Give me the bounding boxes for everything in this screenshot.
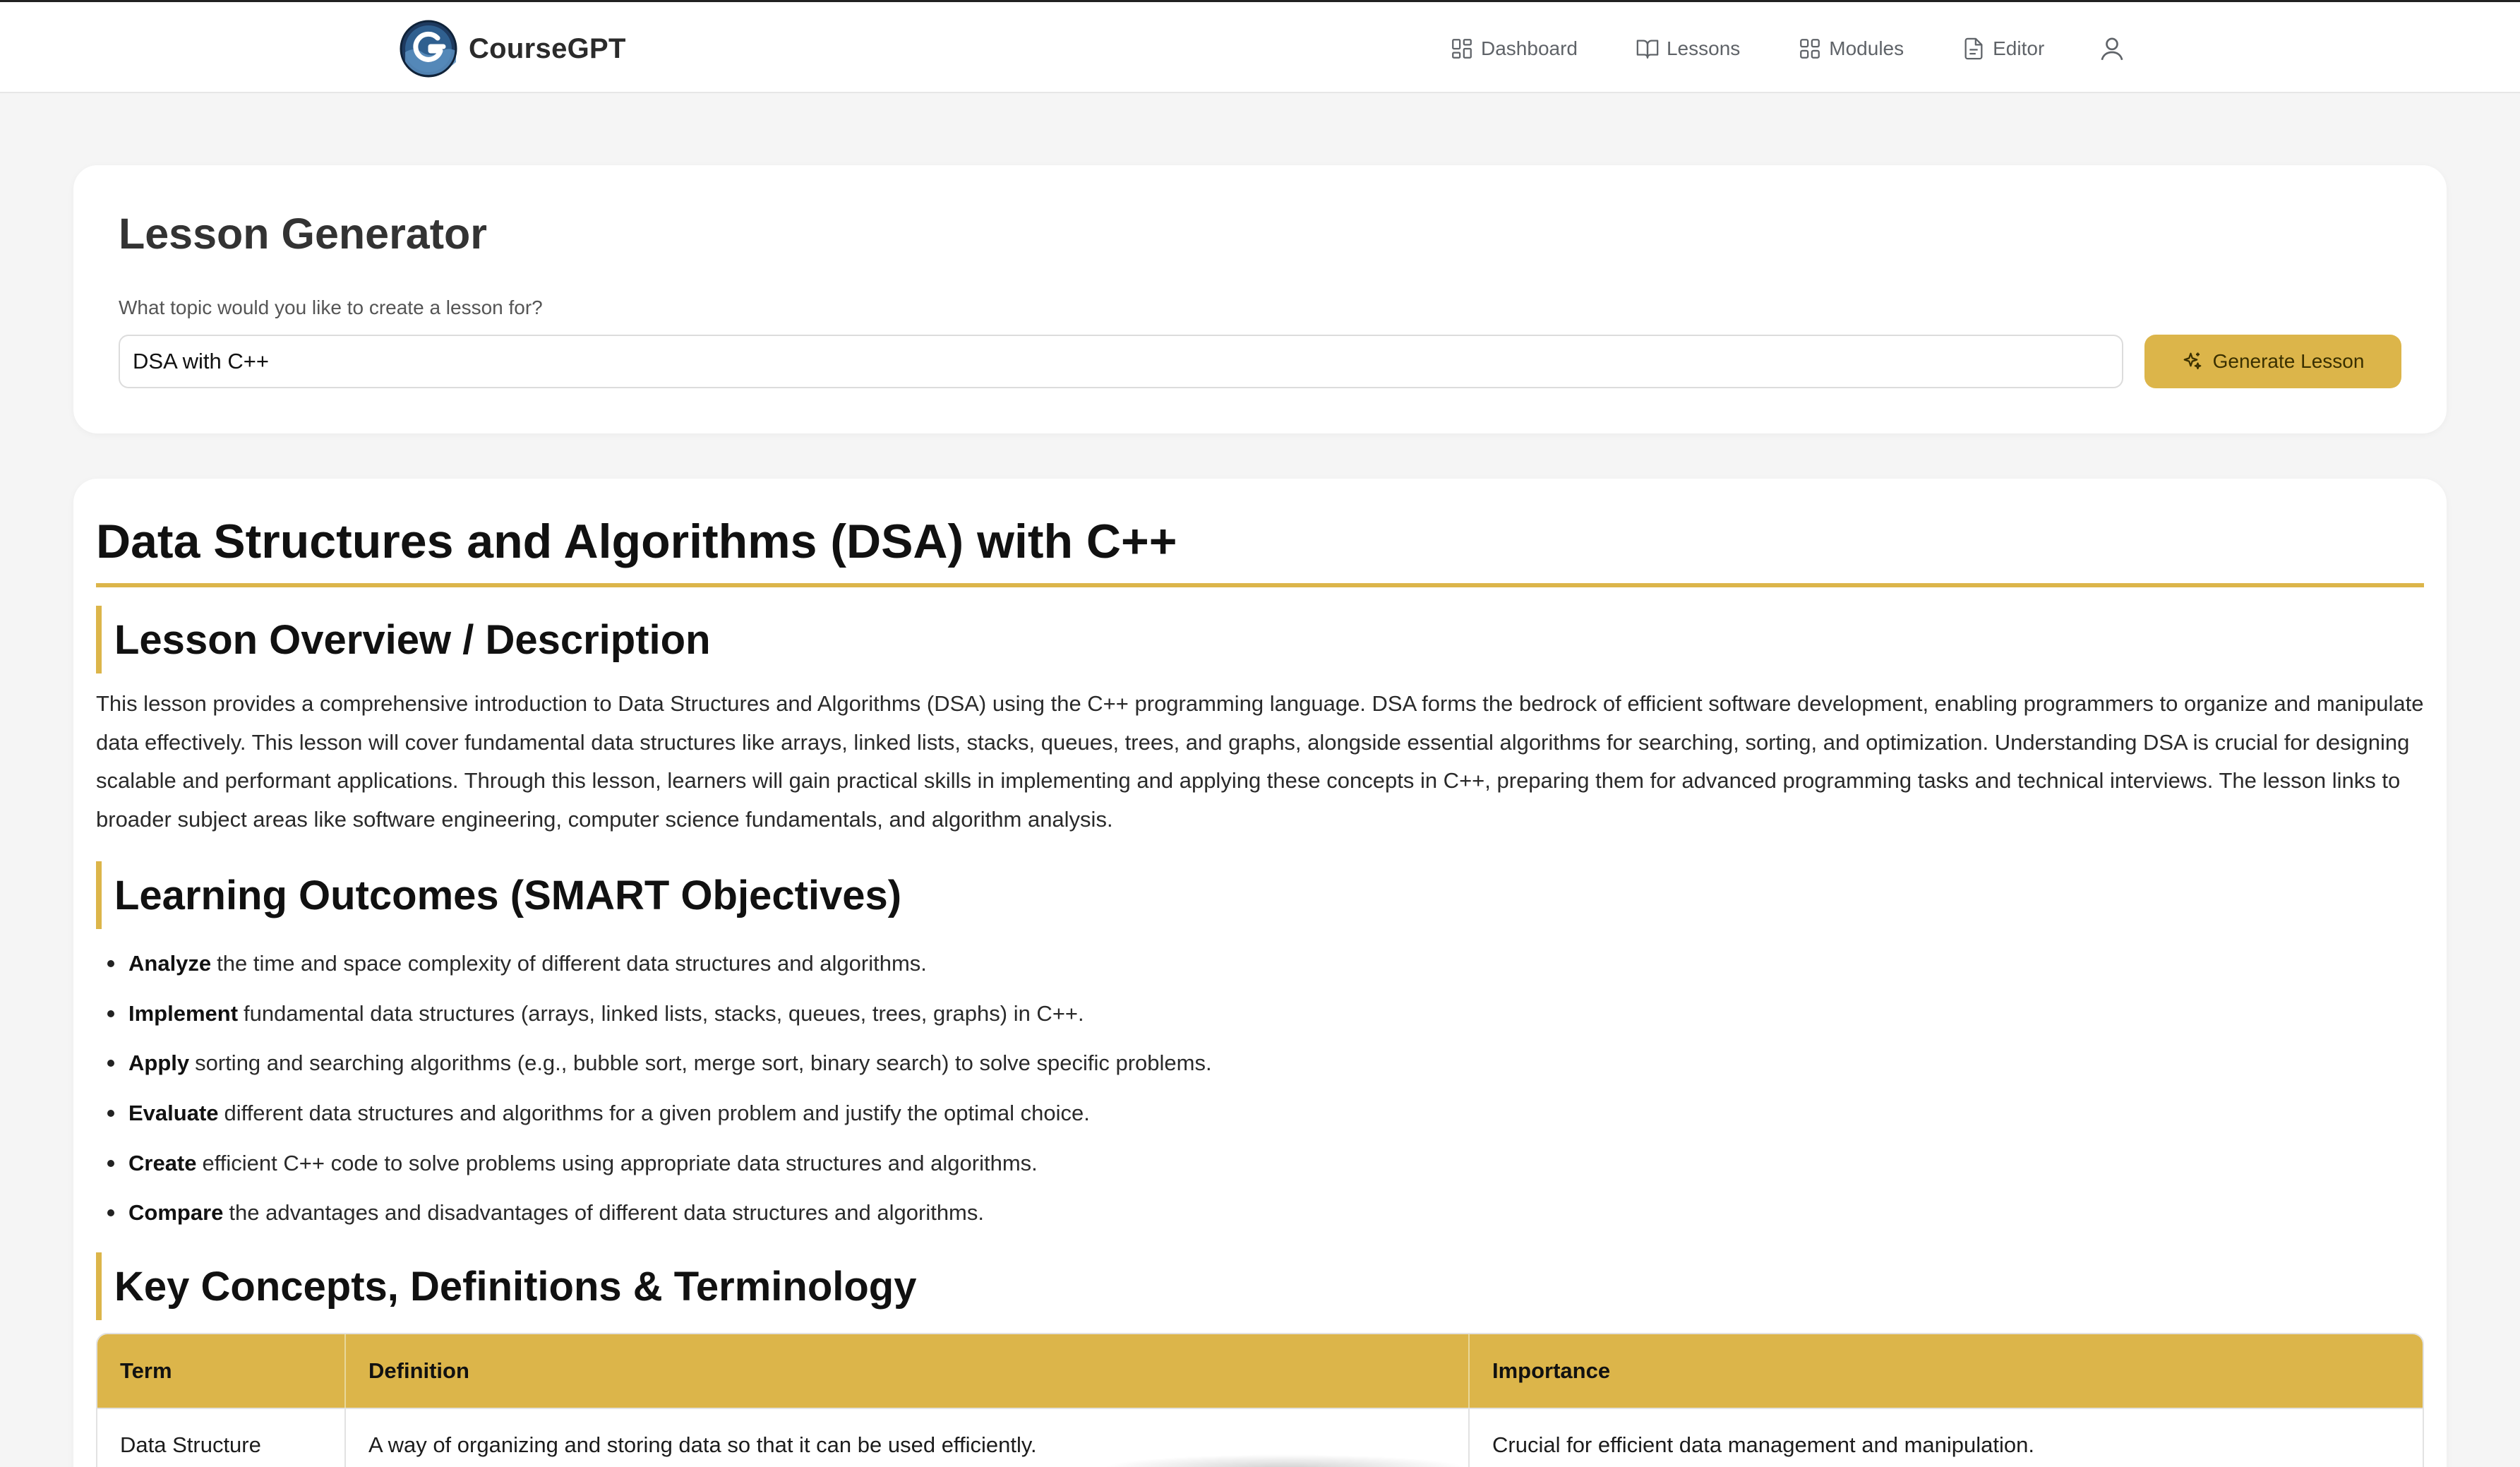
generator-title: Lesson Generator <box>119 210 488 258</box>
overview-heading: Lesson Overview / Description <box>96 606 711 673</box>
main-nav: Dashboard Lessons Modules Editor <box>1450 28 2126 70</box>
nav-item-lessons[interactable]: Lessons <box>1636 28 1740 70</box>
topic-label: What topic would you like to create a le… <box>119 297 543 318</box>
outcome-text: efficient C++ code to solve problems usi… <box>202 1150 1038 1175</box>
title-divider <box>96 583 2424 587</box>
document-icon <box>1964 37 1983 60</box>
nav-item-editor[interactable]: Editor <box>1962 28 2044 70</box>
outcome-verb: Implement <box>128 1000 239 1026</box>
bullet-icon <box>107 1159 114 1167</box>
table-cell: Data Structure <box>97 1408 346 1467</box>
bullet-icon <box>107 1209 114 1217</box>
outcome-text: sorting and searching algorithms (e.g., … <box>195 1050 1212 1076</box>
bullet-icon <box>107 1060 114 1067</box>
outcome-verb: Compare <box>128 1200 224 1226</box>
book-icon <box>1636 40 1659 59</box>
list-item: Evaluate different data structures and al… <box>107 1089 1212 1139</box>
list-item: Create efficient C++ code to solve proble… <box>107 1138 1212 1188</box>
overview-text: This lesson provides a comprehensive int… <box>96 691 2424 832</box>
column-header-importance: Importance <box>1470 1334 2423 1408</box>
outcome-text: the time and space complexity of differe… <box>217 951 927 976</box>
coursegpt-logo-icon <box>400 20 457 78</box>
concepts-heading: Key Concepts, Definitions & Terminology <box>96 1252 917 1320</box>
nav-item-modules[interactable]: Modules <box>1798 28 1904 70</box>
sparkle-icon <box>2183 352 2201 370</box>
user-icon[interactable] <box>2098 35 2126 63</box>
list-item: Analyze the time and space complexity of … <box>107 939 1212 989</box>
nav-item-label: Lessons <box>1666 37 1741 59</box>
outcome-text: different data structures and algorithms… <box>224 1101 1090 1126</box>
outcome-verb: Apply <box>128 1050 190 1076</box>
outcome-verb: Analyze <box>128 951 212 976</box>
outcomes-heading: Learning Outcomes (SMART Objectives) <box>96 861 901 929</box>
generate-lesson-label: Generate Lesson <box>2212 350 2365 372</box>
top-navbar: CourseGPT Dashboard Lessons Modules Edit… <box>0 0 2520 93</box>
list-item: Implement fundamental data structures (ar… <box>107 989 1212 1039</box>
outcome-verb: Create <box>128 1150 197 1175</box>
concepts-table: Term Definition Importance Data Structur… <box>96 1333 2424 1467</box>
nav-item-label: Modules <box>1829 37 1904 59</box>
outcome-text: the advantages and disadvantages of diff… <box>229 1200 984 1226</box>
dashboard-icon <box>1452 39 1472 59</box>
table-header-row: Term Definition Importance <box>97 1334 2423 1408</box>
bullet-icon <box>107 960 114 968</box>
app-name: CourseGPT <box>469 32 626 64</box>
lesson-generator-card: Lesson Generator What topic would you li… <box>73 165 2447 433</box>
bullet-icon <box>107 1110 114 1118</box>
column-header-term: Term <box>97 1334 346 1408</box>
nav-item-dashboard[interactable]: Dashboard <box>1450 28 1578 70</box>
lesson-content-card: Data Structures and Algorithms (DSA) wit… <box>73 479 2447 1467</box>
generate-lesson-button[interactable]: Generate Lesson <box>2144 335 2401 388</box>
modules-icon <box>1800 39 1820 59</box>
nav-item-label: Editor <box>1993 37 2045 59</box>
bullet-icon <box>107 1010 114 1017</box>
outcome-text: fundamental data structures (arrays, lin… <box>244 1000 1084 1026</box>
column-header-definition: Definition <box>346 1334 1470 1408</box>
table-cell: Crucial for efficient data management an… <box>1470 1408 2423 1467</box>
outcome-verb: Evaluate <box>128 1101 219 1126</box>
brand[interactable]: CourseGPT <box>400 19 626 78</box>
nav-item-label: Dashboard <box>1481 37 1578 59</box>
lesson-title: Data Structures and Algorithms (DSA) wit… <box>96 515 1177 568</box>
scroll-shadow <box>1101 1454 1468 1467</box>
list-item: Compare the advantages and disadvantages … <box>107 1188 1212 1238</box>
list-item: Apply sorting and searching algorithms (e… <box>107 1038 1212 1089</box>
outcomes-list: Analyze the time and space complexity of … <box>107 939 1212 1238</box>
topic-input[interactable] <box>119 335 2123 388</box>
